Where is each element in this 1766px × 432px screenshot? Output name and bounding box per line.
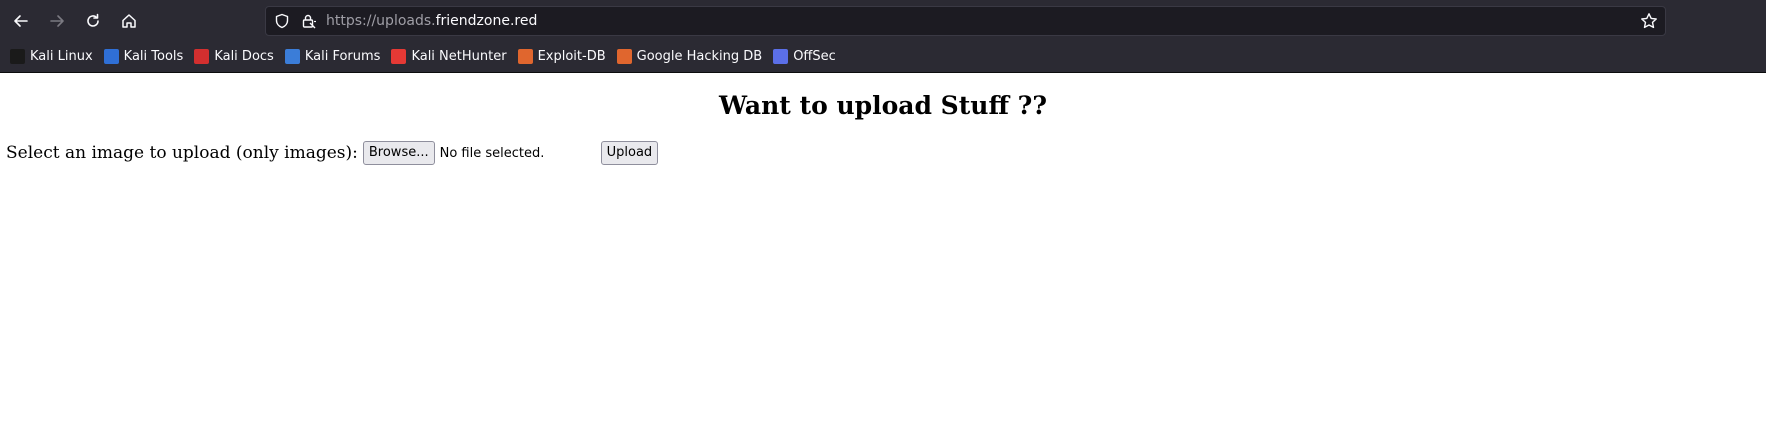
ghdb-icon — [616, 49, 632, 64]
upload-form: Select an image to upload (only images):… — [6, 141, 659, 165]
forward-arrow-icon — [50, 15, 64, 27]
browser-toolbar: https://uploads.friendzone.red — [0, 0, 1766, 41]
bookmark-star-icon[interactable] — [1640, 12, 1658, 30]
bookmark-item[interactable]: OffSec — [773, 49, 836, 64]
upload-button[interactable]: Upload — [600, 141, 659, 165]
insecure-lock-icon[interactable] — [301, 13, 317, 29]
back-arrow-icon — [14, 15, 28, 27]
kali-tools-icon — [103, 49, 119, 64]
bookmark-label: Kali Forums — [304, 49, 381, 64]
bookmark-item[interactable]: Kali NetHunter — [391, 49, 507, 64]
reload-icon — [87, 13, 99, 27]
bookmark-item[interactable]: Google Hacking DB — [616, 49, 763, 64]
bookmark-label: Kali Docs — [214, 49, 274, 64]
browse-button[interactable]: Browse... — [362, 141, 435, 165]
url-prefix: https://uploads. — [326, 13, 436, 29]
back-button[interactable] — [7, 7, 35, 35]
home-icon — [122, 14, 136, 28]
bookmark-label: Kali Tools — [123, 49, 184, 64]
kali-docs-icon — [194, 49, 210, 64]
bookmark-label: Google Hacking DB — [636, 49, 763, 64]
url-bar[interactable]: https://uploads.friendzone.red — [265, 6, 1666, 36]
upload-label: Select an image to upload (only images): — [6, 143, 358, 163]
forward-button[interactable] — [43, 7, 71, 35]
kali-forums-icon — [284, 49, 300, 64]
bookmark-item[interactable]: Kali Linux — [10, 49, 93, 64]
tracking-protection-shield-icon[interactable] — [274, 13, 290, 29]
offsec-icon — [773, 49, 789, 64]
bookmark-label: Kali NetHunter — [411, 49, 507, 64]
url-text[interactable]: https://uploads.friendzone.red — [326, 13, 537, 30]
url-domain: friendzone.red — [435, 13, 538, 29]
kali-dragon-icon — [10, 49, 25, 64]
page-title: Want to upload Stuff ?? — [719, 91, 1047, 120]
kali-nethunter-icon — [391, 49, 407, 64]
bookmark-label: OffSec — [793, 49, 836, 64]
bookmark-item[interactable]: Kali Forums — [284, 49, 381, 64]
bookmark-item[interactable]: Kali Docs — [194, 49, 274, 64]
bookmark-item[interactable]: Exploit-DB — [517, 49, 606, 64]
bookmark-label: Exploit-DB — [537, 49, 606, 64]
home-button[interactable] — [115, 7, 143, 35]
bookmark-item[interactable]: Kali Tools — [103, 49, 184, 64]
browser-chrome: https://uploads.friendzone.red Kali Linu… — [0, 0, 1766, 73]
bookmarks-toolbar: Kali Linux Kali Tools Kali Docs Kali Forums… — [0, 41, 1766, 73]
file-status-text: No file selected. — [439, 145, 545, 161]
bookmark-label: Kali Linux — [30, 49, 93, 64]
reload-button[interactable] — [79, 7, 107, 35]
exploit-db-icon — [517, 49, 533, 64]
